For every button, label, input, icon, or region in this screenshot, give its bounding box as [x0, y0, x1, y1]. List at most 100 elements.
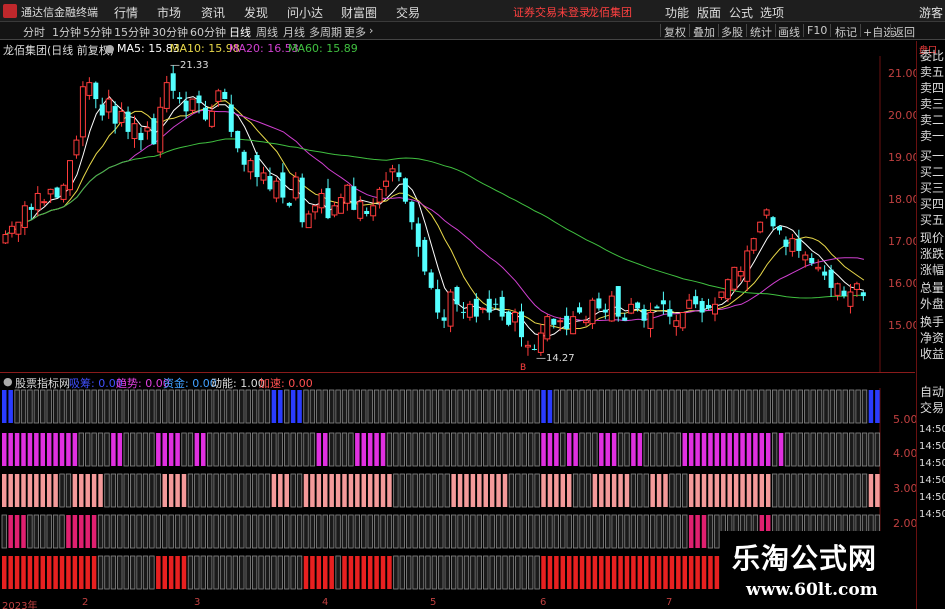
period-1min[interactable]: 1分钟: [52, 24, 81, 40]
candle-body: [86, 82, 93, 96]
candle-body: [67, 160, 73, 191]
signal-bar-active: [271, 474, 277, 507]
candle-body: [686, 299, 693, 309]
trade-login-warning[interactable]: 证券交易未登录: [513, 4, 590, 20]
menu-news[interactable]: 资讯: [201, 4, 225, 21]
signal-bar-active: [72, 474, 78, 507]
signal-bar: [637, 514, 643, 549]
menu-discover[interactable]: 发现: [244, 4, 268, 21]
guest-label[interactable]: 游客: [919, 4, 943, 21]
signal-bar-active: [611, 474, 617, 507]
signal-bar: [502, 389, 508, 424]
menu-layout[interactable]: 版面: [697, 4, 721, 21]
signal-bar-active: [329, 474, 334, 507]
period-monthly[interactable]: 月线: [283, 24, 305, 40]
signal-bar: [810, 432, 816, 467]
candlestick-chart[interactable]: —21.33 —14.27 B: [0, 56, 916, 372]
signal-bar: [213, 555, 219, 590]
panel-item: 换手: [920, 315, 945, 329]
menu-trade[interactable]: 交易: [396, 4, 420, 21]
low-price-label: —14.27: [536, 353, 575, 364]
period-more[interactable]: 更多: [344, 24, 366, 40]
candle-body: [383, 180, 390, 187]
settings-circle-icon[interactable]: ●: [105, 42, 115, 55]
mark-button[interactable]: 标记: [835, 24, 857, 40]
period-30min[interactable]: 30分钟: [152, 24, 188, 40]
adjust-button[interactable]: 复权: [664, 24, 686, 40]
menu-function[interactable]: 功能: [665, 4, 689, 21]
period-weekly[interactable]: 周线: [256, 24, 278, 40]
period-60min[interactable]: 60分钟: [190, 24, 226, 40]
signal-bar: [136, 473, 142, 508]
candle-body: [299, 177, 305, 223]
signal-bar-active: [753, 433, 758, 466]
signal-bar: [566, 389, 572, 424]
settings-circle-icon[interactable]: ●: [3, 375, 13, 388]
signal-bar: [207, 389, 213, 424]
panel-item: 买四: [920, 197, 945, 211]
signal-bar: [284, 514, 290, 549]
signal-bar: [316, 389, 322, 424]
menu-assistant[interactable]: 问小达: [287, 4, 323, 21]
menu-quotes[interactable]: 行情: [114, 4, 138, 21]
chevron-right-icon[interactable]: ›: [369, 24, 373, 37]
statistics-button[interactable]: 统计: [750, 24, 772, 40]
menu-options[interactable]: 选项: [760, 4, 784, 21]
signal-bar: [303, 514, 309, 549]
signal-bar: [450, 389, 457, 424]
menu-wealth[interactable]: 财富圈: [341, 4, 377, 21]
signal-bar: [155, 389, 161, 424]
menu-formula[interactable]: 公式: [729, 4, 753, 21]
signal-bar: [91, 389, 97, 424]
period-15min[interactable]: 15分钟: [114, 24, 150, 40]
signal-bar-active: [156, 556, 161, 589]
candle-body: [254, 155, 260, 178]
overlay-button[interactable]: 叠加: [693, 24, 715, 40]
signal-bar: [348, 432, 354, 467]
signal-bar: [444, 389, 450, 424]
signal-bar: [110, 555, 117, 590]
signal-bar: [450, 432, 457, 467]
back-button[interactable]: 返回: [893, 24, 915, 40]
signal-bar-active: [290, 390, 296, 423]
draw-line-button[interactable]: 画线: [778, 24, 800, 40]
auto-trade-item[interactable]: 交易: [920, 401, 944, 415]
auto-trade-item[interactable]: 自动: [920, 385, 944, 399]
multi-stock-button[interactable]: 多股: [721, 24, 743, 40]
signal-bar: [149, 473, 155, 508]
signal-bar: [322, 514, 328, 549]
signal-bar-active: [72, 515, 78, 548]
signal-bar: [290, 514, 296, 549]
period-daily[interactable]: 日线: [229, 24, 251, 40]
signal-bar: [187, 514, 194, 549]
f10-button[interactable]: F10: [807, 24, 827, 37]
signal-bar: [585, 473, 592, 508]
signal-bar: [534, 432, 540, 467]
signal-bar: [675, 432, 681, 467]
signal-bar: [836, 389, 842, 424]
signal-bar: [406, 555, 412, 590]
signal-bar: [470, 555, 476, 590]
period-intraday[interactable]: 分时: [23, 24, 45, 40]
signal-bar: [393, 555, 399, 590]
signal-bar: [123, 432, 129, 467]
signal-bar-active: [79, 474, 84, 507]
period-5min[interactable]: 5分钟: [83, 24, 112, 40]
signal-bar: [438, 432, 444, 467]
menu-market[interactable]: 市场: [157, 4, 181, 21]
signal-bar: [226, 432, 232, 467]
period-multi[interactable]: 多周期: [309, 24, 342, 40]
signal-bar-active: [355, 474, 360, 507]
signal-bar: [162, 389, 168, 424]
signal-bar: [855, 432, 861, 467]
signal-bar-active: [8, 433, 13, 466]
signal-bar-active: [566, 474, 572, 507]
signal-bar-active: [387, 474, 392, 507]
signal-bar: [682, 389, 688, 424]
signal-bar: [662, 389, 669, 424]
candle-body: [202, 107, 208, 120]
signal-bar: [277, 432, 283, 467]
signal-bar: [515, 432, 521, 467]
signal-bar: [239, 432, 245, 467]
signal-bar: [431, 432, 438, 467]
